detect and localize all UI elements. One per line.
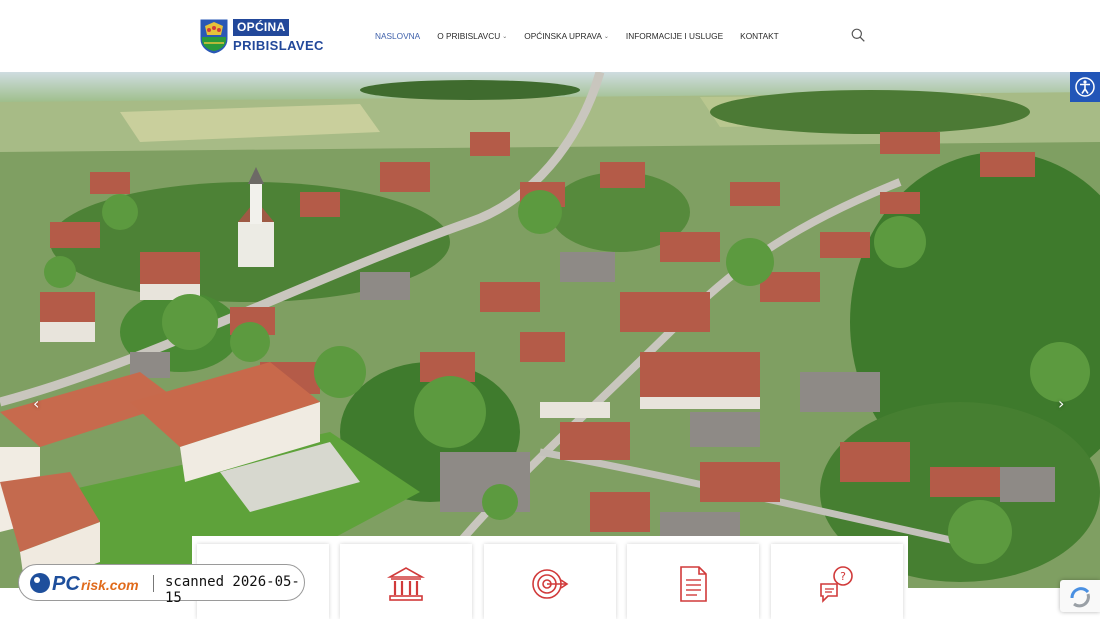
svg-text:?: ? (840, 570, 846, 583)
main-nav: NASLOVNA O PRIBISLAVCU ⌄ OPĆINSKA UPRAVA ⌄… (375, 30, 796, 44)
target-arrow-icon (532, 569, 569, 599)
aerial-village-photo (0, 72, 1100, 588)
nav-label: INFORMACIJE I USLUGE (625, 31, 724, 41)
slider-prev-button[interactable]: ‹ (33, 394, 39, 413)
service-card-5[interactable]: ? (771, 544, 903, 619)
logo-line-2: PRIBISLAVEC (233, 38, 324, 53)
nav-item-informacije[interactable]: INFORMACIJE I USLUGE (626, 30, 723, 44)
svg-text:risk.com: risk.com (81, 577, 139, 593)
site-logo[interactable]: OPĆINA PRIBISLAVEC (199, 17, 323, 57)
pcrisk-logo: PC risk.com (30, 573, 139, 595)
search-icon[interactable] (851, 28, 865, 42)
accessibility-button[interactable] (1070, 72, 1100, 102)
nav-label: NASLOVNA (375, 31, 421, 41)
chevron-down-icon: ⌄ (502, 34, 508, 40)
scan-date: scanned 2026-05-15 (165, 574, 300, 606)
nav-item-opcinska-uprava[interactable]: OPĆINSKA UPRAVA ⌄ (524, 30, 609, 44)
service-card-2[interactable] (340, 544, 472, 619)
nav-label: OPĆINSKA UPRAVA (524, 31, 602, 41)
site-header: OPĆINA PRIBISLAVEC NASLOVNA O PRIBISLAVC… (0, 0, 1100, 72)
divider (153, 575, 154, 592)
logo-line-1: OPĆINA (233, 19, 290, 36)
document-icon (680, 566, 707, 602)
coat-of-arms-icon (199, 18, 229, 55)
service-card-3[interactable] (484, 544, 616, 619)
recaptcha-icon (1070, 587, 1090, 608)
nav-item-o-pribislavcu[interactable]: O PRIBISLAVCU ⌄ (437, 30, 507, 44)
accessibility-icon (1075, 77, 1095, 97)
svg-text:PC: PC (52, 573, 80, 595)
hero-slider: ‹ › (0, 72, 1100, 588)
nav-label: O PRIBISLAVCU (437, 31, 501, 41)
chevron-down-icon: ⌄ (603, 34, 609, 40)
nav-item-kontakt[interactable]: KONTAKT (740, 30, 779, 44)
pcrisk-watermark: PC risk.com scanned 2026-05-15 (18, 564, 305, 606)
town-hall-icon (386, 567, 426, 601)
nav-item-naslovna[interactable]: NASLOVNA (375, 30, 420, 44)
slider-next-button[interactable]: › (1058, 394, 1064, 413)
recaptcha-badge[interactable] (1060, 580, 1100, 612)
service-card-4[interactable] (627, 544, 759, 619)
nav-label: KONTAKT (740, 31, 779, 41)
question-chat-icon: ? (820, 566, 853, 603)
